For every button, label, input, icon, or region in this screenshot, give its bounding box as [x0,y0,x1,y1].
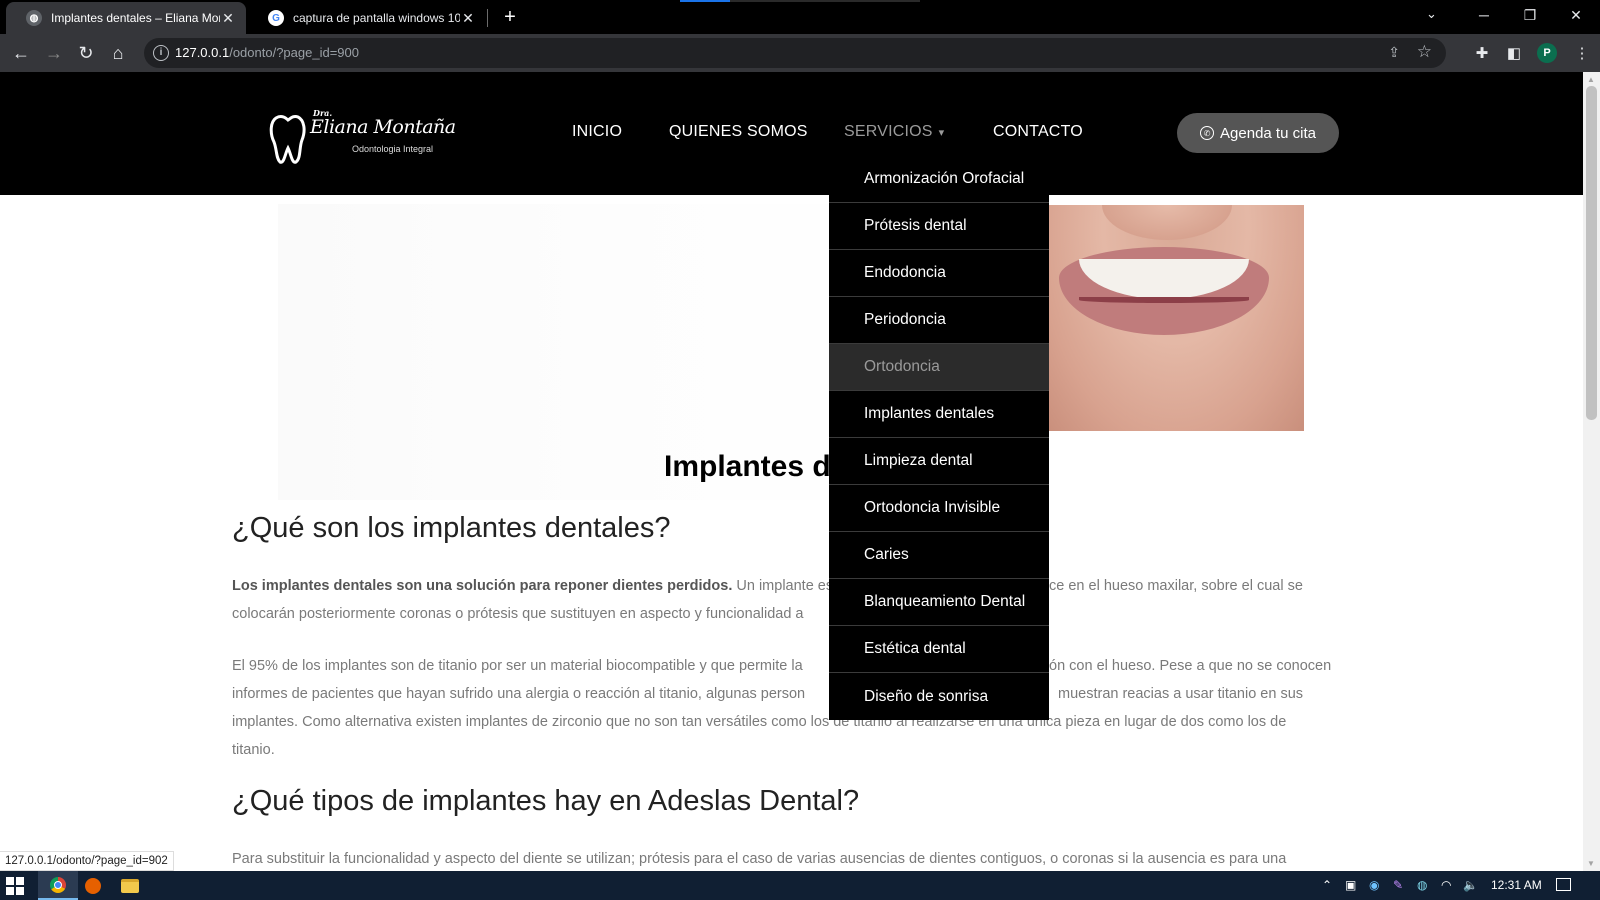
browser-toolbar: ← → ↻ ⌂ i 127.0.0.1/odonto/?page_id=900 … [0,34,1600,72]
tray-pen-icon[interactable]: ✎ [1393,878,1403,892]
share-icon[interactable]: ⇪ [1388,44,1400,61]
close-tab-icon[interactable]: ✕ [220,10,236,27]
browser-tab-strip: ◍ Implantes dentales – Eliana Mont ✕ G c… [0,0,1600,34]
menu-item-blanqueamiento[interactable]: Blanqueamiento Dental [829,579,1049,626]
windows-taskbar: ⌃ ▣ ◉ ✎ ◍ ◠ 🔈 12:31 AM [0,871,1600,900]
paragraph-bold: Los implantes dentales son una solución … [232,578,733,594]
menu-item-armonizacion[interactable]: Armonización Orofacial [829,156,1049,203]
chevron-down-icon: ▾ [938,127,945,139]
paragraph-text: informes de pacientes que hayan sufrido … [232,686,806,702]
paragraph-text: muestran reacias a usar titanio en sus [1058,686,1304,702]
tray-app-icon[interactable]: ▣ [1345,878,1356,892]
loading-indicator [680,0,920,2]
paragraph-2: El 95% de los implantes son de titanio p… [232,652,1352,764]
menu-item-endodoncia[interactable]: Endodoncia [829,250,1049,297]
paragraph-text: El 95% de los implantes son de titanio p… [232,658,803,674]
extensions-puzzle-icon[interactable]: ✚ [1471,42,1493,64]
url-host: 127.0.0.1 [175,45,230,60]
nav-servicios[interactable]: SERVICIOS ▾ [844,123,944,141]
tab-title: captura de pantalla windows 10 - [293,11,460,25]
nav-servicios-label: SERVICIOS [844,123,933,140]
tab-google-search[interactable]: G captura de pantalla windows 10 - ✕ [248,2,486,34]
nav-inicio[interactable]: INICIO [572,123,622,141]
cta-label: Agenda tu cita [1220,124,1316,142]
page-title: Implantes de [664,450,848,483]
restore-button[interactable]: ❐ [1507,0,1553,30]
paragraph-1: Los implantes dentales son una solución … [232,572,1352,628]
menu-item-ortodoncia-invisible[interactable]: Ortodoncia Invisible [829,485,1049,532]
tab-title: Implantes dentales – Eliana Mont [51,11,220,25]
side-panel-icon[interactable]: ◧ [1503,42,1525,64]
tray-search-icon[interactable]: ◍ [1417,878,1427,892]
paragraph-text: implantes. Como alternativa existen impl… [232,714,1287,730]
notification-center-icon[interactable] [1556,878,1571,891]
paragraph-text: colocarán posteriormente coronas o próte… [232,606,804,622]
logo-name: Eliana Montaña [310,116,456,138]
taskbar-chrome[interactable] [38,871,78,900]
taskbar-firefox[interactable] [73,871,113,900]
menu-item-diseno-sonrisa[interactable]: Diseño de sonrisa [829,673,1049,720]
site-header: Dra. Eliana Montaña Odontologia Integral… [0,72,1583,195]
forward-arrow-icon[interactable]: → [40,39,68,67]
globe-icon: ◍ [26,10,42,26]
chrome-icon [50,876,66,893]
menu-kebab-icon[interactable]: ⋮ [1571,42,1593,64]
menu-item-protesis[interactable]: Prótesis dental [829,203,1049,250]
windows-start-icon[interactable] [6,877,24,895]
scrollbar-thumb[interactable] [1586,86,1597,420]
paragraph-text: titanio. [232,742,275,758]
link-status-bar: 127.0.0.1/odonto/?page_id=902 [0,851,174,871]
google-icon: G [268,10,284,26]
taskbar-clock[interactable]: 12:31 AM [1491,878,1542,892]
logo-subtitle: Odontologia Integral [352,144,434,154]
firefox-icon [85,877,101,894]
folder-icon [121,878,139,893]
web-page: Dra. Eliana Montaña Odontologia Integral… [0,72,1583,871]
page-scrollbar[interactable]: ▲ ▼ [1583,72,1600,871]
menu-item-estetica[interactable]: Estética dental [829,626,1049,673]
close-tab-icon[interactable]: ✕ [460,10,476,27]
site-logo[interactable]: Dra. Eliana Montaña Odontologia Integral [268,108,456,168]
paragraph-text: ón con el hueso. Pese a que no se conoce… [1049,658,1332,674]
menu-item-periodoncia[interactable]: Periodoncia [829,297,1049,344]
section-heading: ¿Qué son los implantes dentales? [232,512,671,544]
paragraph-text: Para substituir la funcionalidad y aspec… [232,851,1287,867]
bookmark-star-icon[interactable]: ☆ [1417,42,1432,62]
tray-globe-icon[interactable]: ◉ [1369,878,1379,892]
show-hidden-icons-chevron[interactable]: ⌃ [1322,878,1332,892]
menu-item-limpieza[interactable]: Limpieza dental [829,438,1049,485]
menu-item-ortodoncia[interactable]: Ortodoncia [829,344,1049,391]
servicios-dropdown-menu: Armonización Orofacial Prótesis dental E… [829,156,1049,720]
menu-item-caries[interactable]: Caries [829,532,1049,579]
tab-separator [487,9,488,27]
nav-quienes-somos[interactable]: QUIENES SOMOS [669,123,808,141]
scroll-down-arrow-icon[interactable]: ▼ [1587,859,1595,868]
profile-avatar[interactable]: P [1537,43,1557,63]
url-text[interactable]: 127.0.0.1/odonto/?page_id=900 [175,45,359,60]
home-icon[interactable]: ⌂ [104,39,132,67]
tab-search-icon[interactable]: ⌄ [1426,6,1437,22]
close-window-button[interactable]: ✕ [1553,0,1599,30]
back-arrow-icon[interactable]: ← [7,39,35,67]
smile-hero-image [1047,205,1304,431]
network-wifi-icon[interactable]: ◠ [1441,878,1451,892]
address-bar[interactable]: i 127.0.0.1/odonto/?page_id=900 ⇪ ☆ [144,38,1446,68]
paragraph-3: Para substituir la funcionalidad y aspec… [232,845,1352,871]
reload-icon[interactable]: ↻ [72,39,100,67]
menu-item-implantes[interactable]: Implantes dentales [829,391,1049,438]
site-info-icon[interactable]: i [153,45,169,61]
url-path: /odonto/?page_id=900 [229,45,359,60]
paragraph-text: ce en el hueso maxilar, sobre el cual se [1049,578,1303,594]
section-heading: ¿Qué tipos de implantes hay en Adeslas D… [232,785,860,817]
new-tab-button[interactable]: + [497,4,523,30]
volume-icon[interactable]: 🔈 [1463,878,1478,892]
scroll-up-arrow-icon[interactable]: ▲ [1587,75,1595,84]
whatsapp-icon: ✆ [1200,126,1215,140]
tooth-logo-icon [269,114,306,164]
tab-implantes[interactable]: ◍ Implantes dentales – Eliana Mont ✕ [6,2,246,34]
minimize-button[interactable]: ─ [1461,0,1507,30]
agenda-cita-button[interactable]: ✆ Agenda tu cita [1177,113,1339,153]
taskbar-file-explorer[interactable] [110,871,150,900]
nav-contacto[interactable]: CONTACTO [993,123,1083,141]
